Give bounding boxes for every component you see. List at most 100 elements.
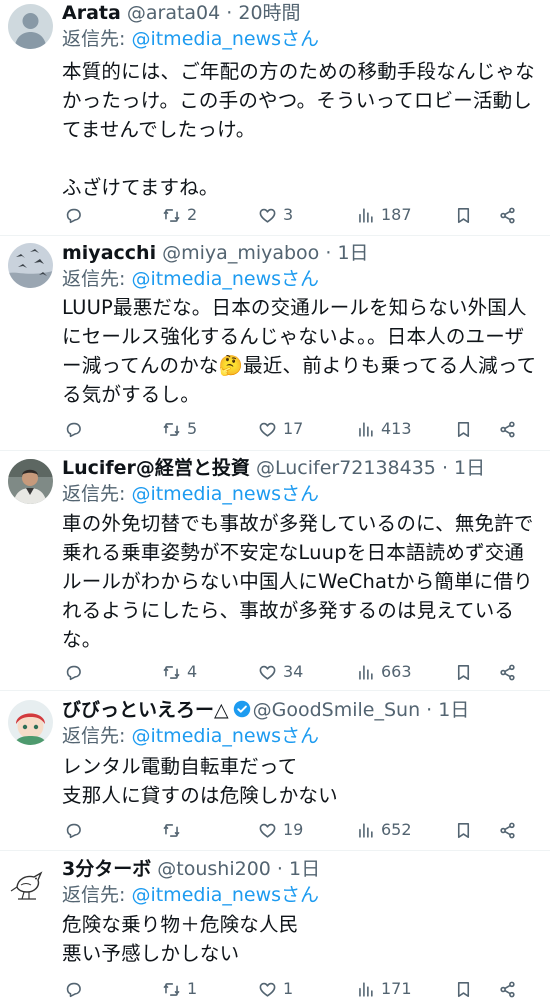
reply-button[interactable] bbox=[64, 818, 89, 842]
retweet-button[interactable]: 5 bbox=[162, 417, 197, 441]
timestamp[interactable]: 1日 bbox=[454, 457, 485, 479]
bar-chart-icon bbox=[359, 981, 373, 997]
separator-dot: · bbox=[270, 858, 290, 880]
share-button[interactable] bbox=[498, 818, 517, 842]
avatar[interactable] bbox=[8, 4, 53, 49]
timestamp[interactable]: 1日 bbox=[438, 699, 469, 721]
share-button[interactable] bbox=[498, 977, 517, 1000]
bookmark-button[interactable] bbox=[454, 417, 473, 441]
like-button[interactable]: 17 bbox=[258, 417, 303, 441]
retweet-button[interactable]: 1 bbox=[162, 977, 197, 1000]
bookmark-button[interactable] bbox=[454, 660, 473, 684]
display-name[interactable]: miyacchi bbox=[62, 242, 156, 264]
tweet[interactable]: Arata @arata04 · 20時間 返信先: @itmedia_news… bbox=[0, 0, 550, 236]
bookmark-button[interactable] bbox=[454, 977, 473, 1000]
user-handle[interactable]: @toushi200 bbox=[157, 858, 271, 880]
reply-icon bbox=[66, 665, 81, 680]
reply-button[interactable] bbox=[64, 417, 89, 441]
heart-icon bbox=[259, 208, 276, 223]
tweet-actions: 1 1 171 bbox=[62, 977, 532, 1000]
views-button[interactable]: 652 bbox=[356, 818, 412, 842]
retweet-button[interactable] bbox=[162, 818, 187, 842]
share-button[interactable] bbox=[498, 417, 517, 441]
avatar[interactable] bbox=[8, 243, 53, 288]
avatar[interactable] bbox=[8, 861, 53, 906]
display-name[interactable]: Lucifer@経営と投資 bbox=[62, 457, 250, 479]
views-button[interactable]: 663 bbox=[356, 660, 412, 684]
share-icon bbox=[500, 664, 515, 680]
user-handle[interactable]: @miya_miyaboo bbox=[162, 242, 319, 264]
display-name[interactable]: Arata bbox=[62, 2, 121, 24]
display-name[interactable]: 3分ターボ bbox=[62, 858, 151, 880]
like-count: 34 bbox=[283, 662, 304, 681]
like-button[interactable]: 19 bbox=[258, 818, 303, 842]
retweet-count: 2 bbox=[187, 205, 198, 224]
tweet-text: 危険な乗り物＋危険な人民 悪い予感しかしない bbox=[62, 913, 299, 965]
tweet[interactable]: Lucifer@経営と投資 @Lucifer72138435 · 1日 返信先:… bbox=[0, 451, 550, 691]
bar-chart-icon bbox=[359, 421, 373, 437]
separator-dot: · bbox=[435, 457, 455, 479]
retweet-icon bbox=[163, 823, 180, 837]
reply-icon bbox=[66, 208, 81, 223]
share-icon bbox=[500, 981, 515, 997]
tweet-header: Arata @arata04 · 20時間 bbox=[62, 0, 301, 26]
reply-to-label: 返信先: bbox=[62, 483, 132, 505]
anime-character-icon bbox=[8, 700, 53, 745]
timestamp[interactable]: 1日 bbox=[289, 858, 320, 880]
bookmark-icon bbox=[457, 421, 470, 437]
timestamp[interactable]: 1日 bbox=[337, 242, 368, 264]
avatar[interactable] bbox=[8, 700, 53, 745]
reply-to-link[interactable]: @itmedia_newsさん bbox=[131, 725, 319, 747]
bookmark-button[interactable] bbox=[454, 818, 473, 842]
tweet-header: miyacchi @miya_miyaboo · 1日 bbox=[62, 240, 369, 266]
like-button[interactable]: 34 bbox=[258, 660, 303, 684]
user-handle[interactable]: @Lucifer72138435 bbox=[256, 457, 436, 479]
timestamp[interactable]: 20時間 bbox=[238, 2, 300, 24]
verified-badge-icon[interactable] bbox=[233, 700, 251, 718]
view-count: 187 bbox=[381, 205, 412, 224]
retweet-button[interactable]: 2 bbox=[162, 203, 197, 227]
display-name[interactable]: びびっといえろー△ bbox=[62, 699, 229, 721]
like-count: 19 bbox=[283, 820, 304, 839]
like-count: 1 bbox=[283, 979, 294, 998]
retweet-button[interactable]: 4 bbox=[162, 660, 197, 684]
tweet-actions: 5 17 413 bbox=[62, 417, 532, 441]
separator-dot: · bbox=[420, 699, 439, 721]
tweet[interactable]: miyacchi @miya_miyaboo · 1日 返信先: @itmedi… bbox=[0, 236, 550, 451]
reply-to-line: 返信先: @itmedia_newsさん bbox=[62, 882, 319, 908]
reply-button[interactable] bbox=[64, 203, 89, 227]
views-button[interactable]: 171 bbox=[356, 977, 412, 1000]
share-button[interactable] bbox=[498, 203, 517, 227]
reply-to-label: 返信先: bbox=[62, 725, 132, 747]
user-handle[interactable]: @GoodSmile_Sun bbox=[253, 699, 421, 721]
avatar[interactable] bbox=[8, 459, 53, 504]
user-handle[interactable]: @arata04 bbox=[127, 2, 220, 24]
tweet-actions: 19 652 bbox=[62, 818, 532, 842]
like-button[interactable]: 3 bbox=[258, 203, 293, 227]
separator-dot: · bbox=[319, 242, 338, 264]
share-button[interactable] bbox=[498, 660, 517, 684]
reply-to-link[interactable]: @itmedia_newsさん bbox=[131, 884, 319, 906]
view-count: 652 bbox=[381, 820, 412, 839]
views-button[interactable]: 413 bbox=[356, 417, 412, 441]
like-button[interactable]: 1 bbox=[258, 977, 293, 1000]
reply-button[interactable] bbox=[64, 660, 89, 684]
reply-to-label: 返信先: bbox=[62, 884, 132, 906]
retweet-count: 5 bbox=[187, 419, 198, 438]
views-button[interactable]: 187 bbox=[356, 203, 412, 227]
reply-to-link[interactable]: @itmedia_newsさん bbox=[131, 268, 319, 290]
retweet-icon bbox=[163, 982, 180, 996]
reply-to-link[interactable]: @itmedia_newsさん bbox=[131, 483, 319, 505]
like-count: 17 bbox=[283, 419, 304, 438]
reply-button[interactable] bbox=[64, 977, 89, 1000]
person-photo bbox=[8, 459, 53, 504]
tweet-header: Lucifer@経営と投資 @Lucifer72138435 · 1日 bbox=[62, 455, 485, 481]
reply-to-link[interactable]: @itmedia_newsさん bbox=[131, 28, 319, 50]
bookmark-button[interactable] bbox=[454, 203, 473, 227]
tweet[interactable]: 3分ターボ @toushi200 · 1日 返信先: @itmedia_news… bbox=[0, 851, 550, 1000]
tweet[interactable]: びびっといえろー△ @GoodSmile_Sun · 1日 返信先: @itmed… bbox=[0, 691, 550, 851]
share-icon bbox=[500, 822, 515, 838]
retweet-icon bbox=[163, 422, 180, 436]
heart-icon bbox=[259, 823, 276, 838]
bookmark-icon bbox=[457, 822, 470, 838]
